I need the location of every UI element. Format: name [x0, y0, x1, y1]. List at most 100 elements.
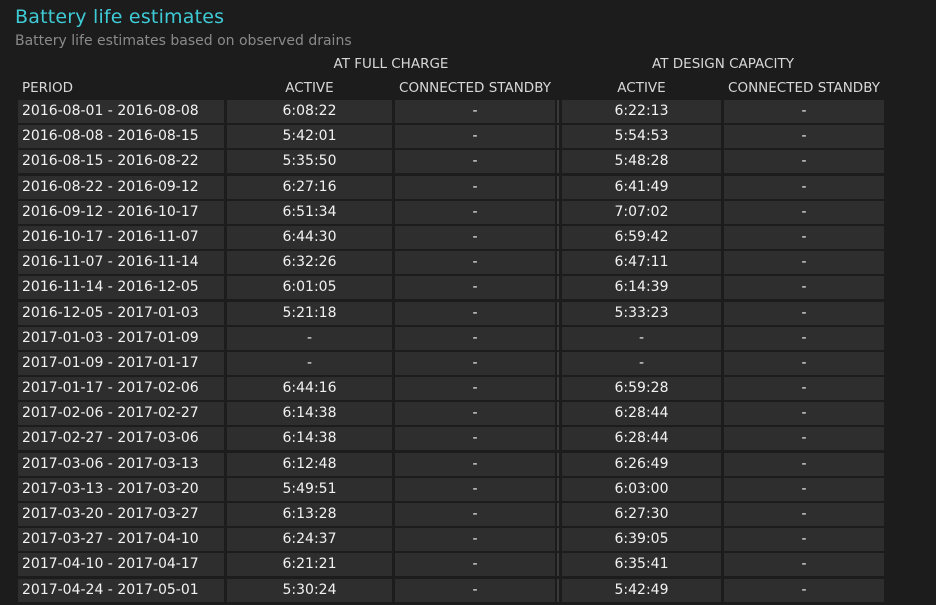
- cell-period: 2017-01-17 - 2017-02-06: [18, 377, 224, 400]
- cell-full-active: 6:44:16: [227, 377, 392, 400]
- table-row: 2016-12-05 - 2017-01-035:21:18-5:33:23-: [0, 301, 936, 326]
- cell-full-standby: -: [395, 553, 555, 576]
- table-row: 2017-04-24 - 2017-05-015:30:24-5:42:49-: [0, 578, 936, 603]
- cell-full-active: 5:42:01: [227, 125, 392, 148]
- table-row: 2016-11-14 - 2016-12-056:01:05-6:14:39-: [0, 275, 936, 300]
- cell-design-active: 6:47:11: [562, 251, 721, 274]
- column-group-separator: [557, 100, 559, 123]
- cell-design-active: 6:41:49: [562, 176, 721, 199]
- cell-full-active: 6:01:05: [227, 276, 392, 299]
- column-group-separator: [557, 478, 559, 501]
- cell-full-active: -: [227, 327, 392, 350]
- table-row: 2017-01-09 - 2017-01-17----: [0, 351, 936, 376]
- column-header-full-active[interactable]: ACTIVE: [227, 77, 392, 99]
- cell-design-standby: -: [724, 251, 884, 274]
- table-row: 2017-03-06 - 2017-03-136:12:48-6:26:49-: [0, 452, 936, 477]
- column-header-period[interactable]: PERIOD: [22, 77, 73, 99]
- cell-period: 2016-08-15 - 2016-08-22: [18, 150, 224, 173]
- cell-design-active: 6:59:28: [562, 377, 721, 400]
- column-group-separator: [557, 553, 559, 576]
- column-header-full-standby[interactable]: CONNECTED STANDBY: [395, 77, 555, 99]
- table-row: 2017-02-27 - 2017-03-066:14:38-6:28:44-: [0, 426, 936, 451]
- cell-full-active: 5:21:18: [227, 302, 392, 325]
- column-group-separator: [557, 453, 559, 476]
- cell-full-active: 6:27:16: [227, 176, 392, 199]
- cell-full-active: 5:35:50: [227, 150, 392, 173]
- cell-full-standby: -: [395, 352, 555, 375]
- cell-design-standby: -: [724, 125, 884, 148]
- column-group-separator: [557, 402, 559, 425]
- cell-full-active: 6:21:21: [227, 553, 392, 576]
- table-row: 2017-03-13 - 2017-03-205:49:51-6:03:00-: [0, 477, 936, 502]
- cell-design-standby: -: [724, 302, 884, 325]
- cell-design-active: 6:28:44: [562, 402, 721, 425]
- cell-design-standby: -: [724, 100, 884, 123]
- cell-full-standby: -: [395, 201, 555, 224]
- cell-design-standby: -: [724, 503, 884, 526]
- cell-full-active: 6:13:28: [227, 503, 392, 526]
- column-group-separator: [557, 377, 559, 400]
- table-row: 2016-11-07 - 2016-11-146:32:26-6:47:11-: [0, 250, 936, 275]
- cell-design-active: 5:42:49: [562, 579, 721, 602]
- cell-full-active: 6:32:26: [227, 251, 392, 274]
- section-title: Battery life estimates: [15, 6, 224, 28]
- cell-design-standby: -: [724, 528, 884, 551]
- cell-design-standby: -: [724, 402, 884, 425]
- column-header-design-standby[interactable]: CONNECTED STANDBY: [724, 77, 884, 99]
- table-row: 2016-08-22 - 2016-09-126:27:16-6:41:49-: [0, 175, 936, 200]
- cell-design-standby: -: [724, 352, 884, 375]
- column-group-separator: [557, 503, 559, 526]
- cell-design-standby: -: [724, 226, 884, 249]
- cell-period: 2016-08-01 - 2016-08-08: [18, 100, 224, 123]
- cell-period: 2017-03-13 - 2017-03-20: [18, 478, 224, 501]
- cell-design-active: -: [562, 327, 721, 350]
- table-row: 2016-08-08 - 2016-08-155:42:01-5:54:53-: [0, 124, 936, 149]
- cell-full-active: 5:49:51: [227, 478, 392, 501]
- cell-design-active: 6:14:39: [562, 276, 721, 299]
- cell-design-active: 5:33:23: [562, 302, 721, 325]
- cell-design-active: 7:07:02: [562, 201, 721, 224]
- cell-design-standby: -: [724, 150, 884, 173]
- cell-full-standby: -: [395, 100, 555, 123]
- table-row: 2017-01-03 - 2017-01-09----: [0, 326, 936, 351]
- cell-full-standby: -: [395, 176, 555, 199]
- column-group-separator: [557, 352, 559, 375]
- cell-full-active: 6:44:30: [227, 226, 392, 249]
- column-group-separator: [557, 276, 559, 299]
- cell-design-standby: -: [724, 327, 884, 350]
- column-group-separator: [557, 176, 559, 199]
- cell-design-active: -: [562, 352, 721, 375]
- cell-full-active: 5:30:24: [227, 579, 392, 602]
- cell-full-standby: -: [395, 503, 555, 526]
- cell-period: 2017-04-10 - 2017-04-17: [18, 553, 224, 576]
- cell-design-active: 6:03:00: [562, 478, 721, 501]
- cell-full-standby: -: [395, 528, 555, 551]
- table-row: 2017-03-20 - 2017-03-276:13:28-6:27:30-: [0, 502, 936, 527]
- cell-full-active: 6:51:34: [227, 201, 392, 224]
- cell-design-active: 6:28:44: [562, 427, 721, 450]
- column-group-separator: [557, 579, 559, 602]
- column-group-separator: [557, 427, 559, 450]
- cell-full-standby: -: [395, 251, 555, 274]
- cell-design-active: 6:27:30: [562, 503, 721, 526]
- column-group-separator: [557, 150, 559, 173]
- cell-period: 2016-10-17 - 2016-11-07: [18, 226, 224, 249]
- table-header-row: PERIOD ACTIVE CONNECTED STANDBY ACTIVE C…: [0, 77, 936, 99]
- group-header-full-charge: AT FULL CHARGE: [227, 56, 555, 72]
- cell-full-standby: -: [395, 327, 555, 350]
- cell-full-standby: -: [395, 402, 555, 425]
- cell-full-active: 6:08:22: [227, 100, 392, 123]
- cell-design-active: 6:22:13: [562, 100, 721, 123]
- cell-design-standby: -: [724, 276, 884, 299]
- table-row: 2016-08-01 - 2016-08-086:08:22-6:22:13-: [0, 99, 936, 124]
- cell-design-standby: -: [724, 176, 884, 199]
- cell-full-standby: -: [395, 377, 555, 400]
- cell-period: 2017-01-09 - 2017-01-17: [18, 352, 224, 375]
- cell-period: 2016-11-14 - 2016-12-05: [18, 276, 224, 299]
- column-group-separator: [557, 226, 559, 249]
- cell-full-standby: -: [395, 453, 555, 476]
- column-header-design-active[interactable]: ACTIVE: [562, 77, 721, 99]
- cell-design-active: 5:48:28: [562, 150, 721, 173]
- column-group-separator: [557, 528, 559, 551]
- cell-design-standby: -: [724, 453, 884, 476]
